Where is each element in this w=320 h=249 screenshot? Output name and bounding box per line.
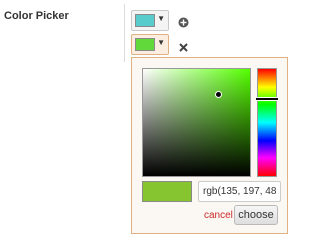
hue-slider-handle[interactable]: [256, 96, 278, 101]
color-swatch-1: [135, 14, 155, 27]
add-circle-icon[interactable]: [178, 15, 189, 28]
color-picker-popover: cancel choose: [131, 57, 288, 234]
hue-slider[interactable]: [256, 68, 278, 177]
color-cursor[interactable]: [214, 90, 222, 98]
color-value-input[interactable]: [198, 181, 281, 202]
divider: [124, 4, 125, 62]
color-swatch-button-2[interactable]: ▼: [131, 34, 169, 55]
color-swatch-2: [135, 38, 155, 51]
field-label: Color Picker: [4, 10, 69, 22]
cancel-link[interactable]: cancel: [204, 210, 233, 221]
dropdown-caret-icon: ▼: [157, 14, 165, 23]
choose-button[interactable]: choose: [234, 205, 278, 225]
saturation-brightness-area[interactable]: [142, 68, 251, 177]
saturation-gradient: [143, 69, 250, 176]
dropdown-caret-icon: ▼: [157, 38, 165, 47]
close-x-icon[interactable]: [178, 40, 189, 52]
selected-color-preview: [142, 181, 192, 202]
color-swatch-button-1[interactable]: ▼: [131, 10, 169, 31]
